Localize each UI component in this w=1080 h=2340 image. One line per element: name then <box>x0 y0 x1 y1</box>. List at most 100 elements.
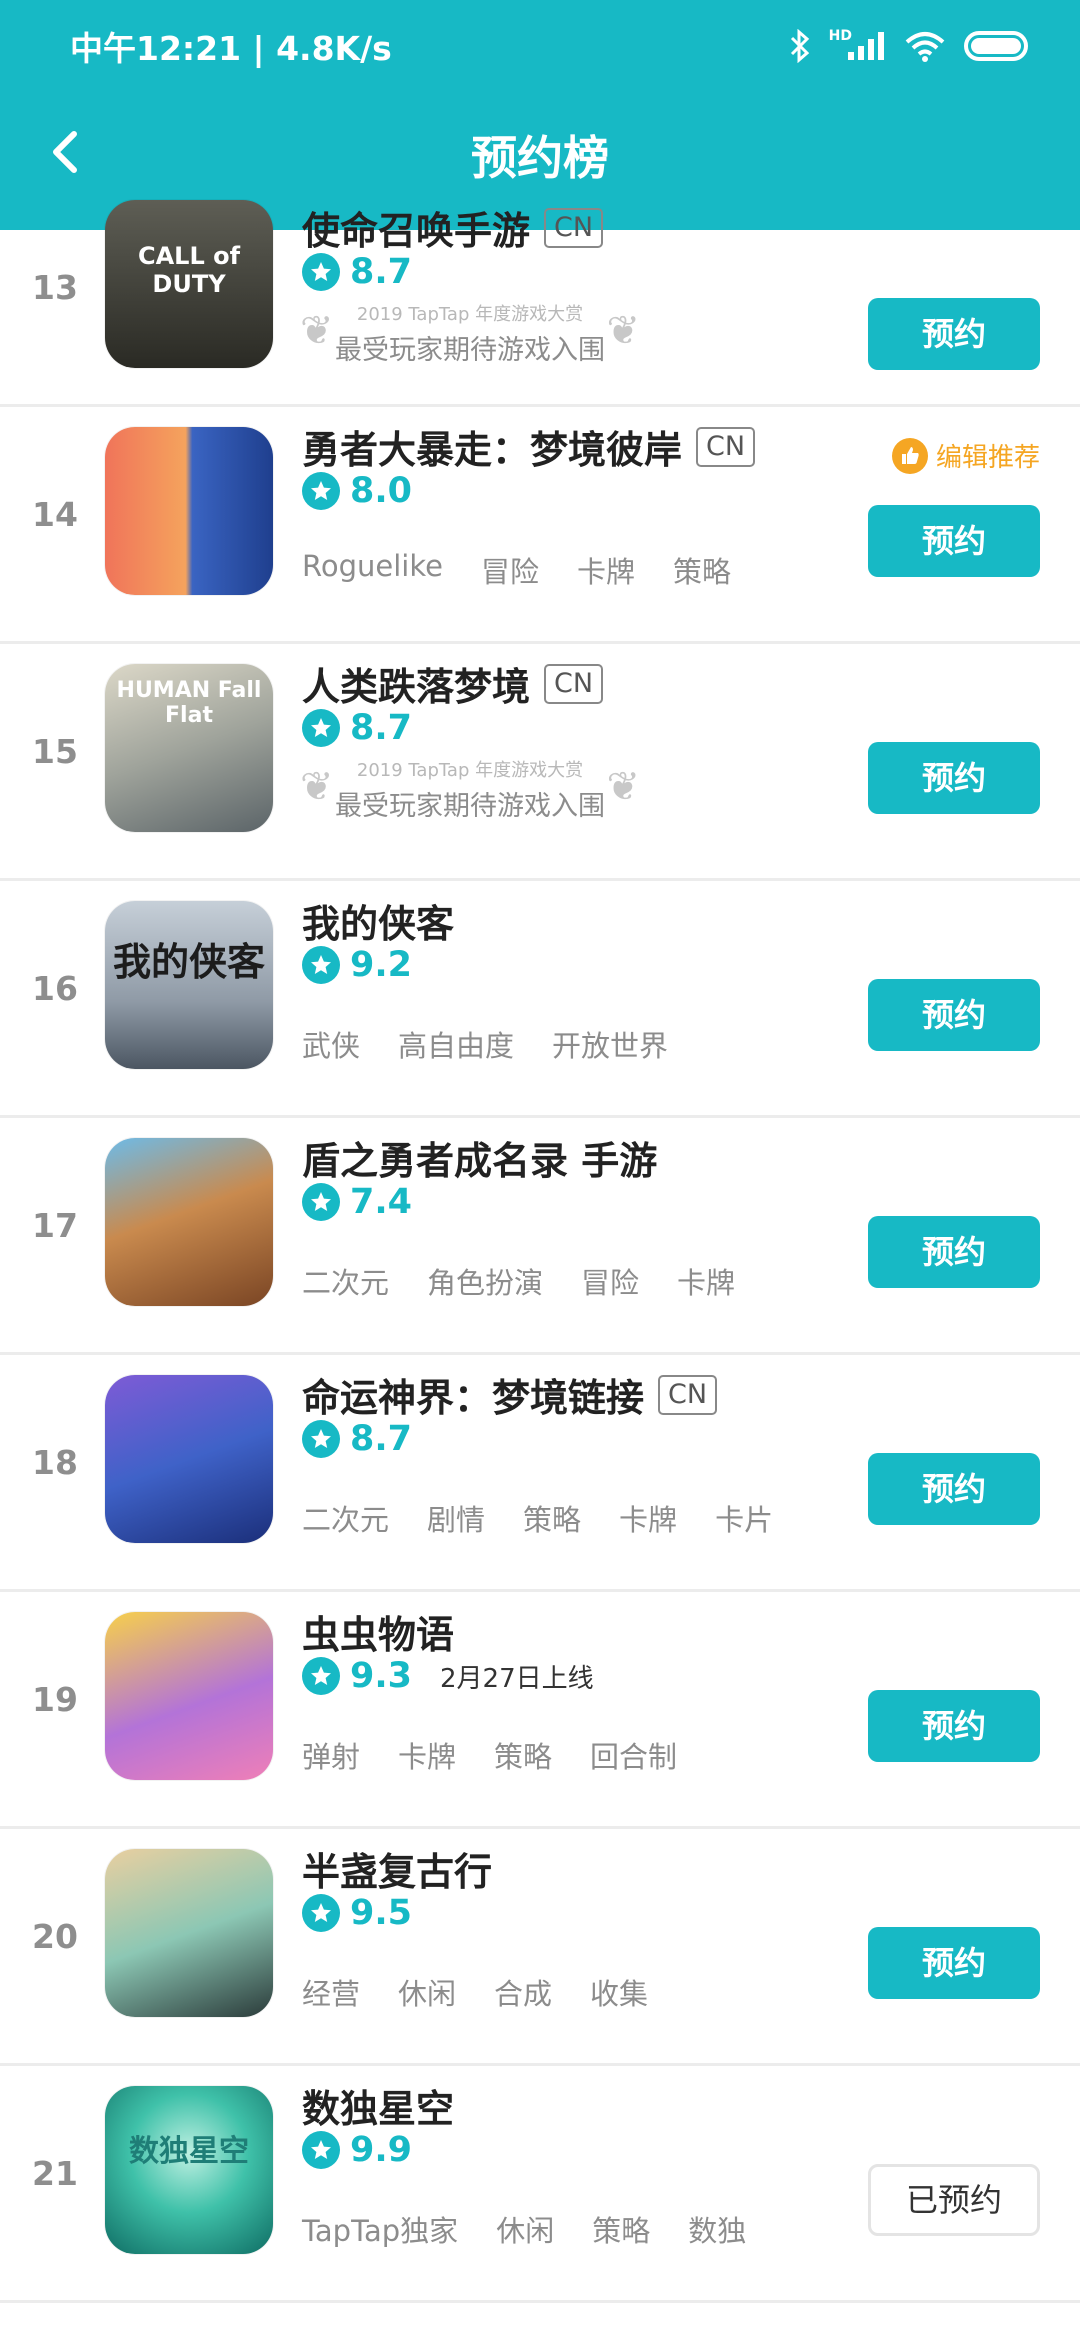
retro-trip-icon[interactable] <box>105 1849 273 2017</box>
reserve-button[interactable]: 预约 <box>868 979 1040 1051</box>
tag[interactable]: 开放世界 <box>552 1023 668 1065</box>
cn-badge: CN <box>658 1374 718 1415</box>
star-icon <box>302 709 340 747</box>
laurel-right-icon: ❦ <box>606 764 640 810</box>
tag[interactable]: 合成 <box>494 1971 552 2013</box>
tag[interactable]: Roguelike <box>302 549 443 591</box>
rank-number: 16 <box>32 969 78 1008</box>
destiny-realm-icon[interactable] <box>105 1375 273 1543</box>
cn-badge: CN <box>544 207 604 248</box>
bug-story-icon[interactable] <box>105 1612 273 1780</box>
list-item[interactable]: 15 HUMAN Fall Flat 人类跌落梦境 CN 8.7 ❦ 2019 … <box>0 644 1080 881</box>
tag-list: 经营 休闲 合成 收集 <box>302 1971 648 2013</box>
tag[interactable]: 高自由度 <box>398 1023 514 1065</box>
hero-rush-icon[interactable] <box>105 427 273 595</box>
tag[interactable]: 卡牌 <box>619 1497 677 1539</box>
icon-caption: 数独星空 <box>129 2134 249 2169</box>
tag-list: 武侠 高自由度 开放世界 <box>302 1023 668 1065</box>
reserve-button[interactable]: 预约 <box>868 1216 1040 1288</box>
tag[interactable]: 策略 <box>592 2208 650 2250</box>
tag[interactable]: 剧情 <box>427 1497 485 1539</box>
tag[interactable]: 武侠 <box>302 1023 360 1065</box>
tag[interactable]: 弹射 <box>302 1734 360 1776</box>
list-item[interactable]: 20 半盏复古行 9.5 经营 休闲 合成 收集 预约 <box>0 1829 1080 2066</box>
tag[interactable]: 收集 <box>590 1971 648 2013</box>
tag[interactable]: 回合制 <box>590 1734 677 1776</box>
game-name: 半盏复古行 <box>302 1850 493 1894</box>
tag[interactable]: 卡片 <box>715 1497 773 1539</box>
thumbs-up-icon <box>891 437 928 474</box>
rank-number: 20 <box>32 1917 78 1956</box>
tag-list: Roguelike 冒险 卡牌 策略 <box>302 549 731 591</box>
hd-label: HD <box>828 28 852 44</box>
sudoku-starry-sky-icon[interactable]: 数独星空 <box>105 2086 273 2254</box>
rank-number: 17 <box>32 1206 78 1245</box>
list-item[interactable]: 21 数独星空 数独星空 9.9 TapTap独家 休闲 策略 数独 已预约 <box>0 2066 1080 2303</box>
list-item[interactable]: 17 盾之勇者成名录 手游 7.4 二次元 角色扮演 冒险 卡牌 预约 <box>0 1118 1080 1355</box>
list-item[interactable]: 18 命运神界：梦境链接 CN 8.7 二次元 剧情 策略 卡牌 卡片 预约 <box>0 1355 1080 1592</box>
list-item[interactable]: 19 虫虫物语 9.3 2月27日上线 弹射 卡牌 策略 回合制 预约 <box>0 1592 1080 1829</box>
game-title[interactable]: 我的侠客 <box>302 893 454 948</box>
tag[interactable]: 卡牌 <box>577 549 635 591</box>
award-line-1: 2019 TapTap 年度游戏大赏 <box>356 760 584 781</box>
list-item[interactable]: 16 我的侠客 我的侠客 9.2 武侠 高自由度 开放世界 预约 <box>0 881 1080 1118</box>
score: 9.3 <box>350 1656 413 1696</box>
game-title[interactable]: 使命召唤手游 CN <box>302 200 604 255</box>
tag[interactable]: 数独 <box>688 2208 746 2250</box>
reserve-button[interactable]: 预约 <box>868 742 1040 814</box>
reserve-button[interactable]: 预约 <box>868 1690 1040 1762</box>
reserve-button[interactable]: 预约 <box>868 505 1040 577</box>
status-time: 中午12:21 | 4.8K/s <box>70 29 392 68</box>
tag[interactable]: 策略 <box>673 549 731 591</box>
game-title[interactable]: 数独星空 <box>302 2078 454 2133</box>
call-of-duty-icon[interactable]: CALL of DUTY <box>105 200 273 368</box>
tag[interactable]: 二次元 <box>302 1260 389 1302</box>
list-item[interactable]: 14 勇者大暴走：梦境彼岸 CN 编辑推荐 8.0 Roguelike 冒险 卡… <box>0 407 1080 644</box>
game-title[interactable]: 虫虫物语 <box>302 1604 454 1659</box>
rating: 8.7 <box>302 708 412 748</box>
game-title[interactable]: 勇者大暴走：梦境彼岸 CN <box>302 419 756 474</box>
tag[interactable]: TapTap独家 <box>302 2208 458 2250</box>
app-header: 中午12:21 | 4.8K/s HD 预约榜 <box>0 0 1080 230</box>
tag[interactable]: 策略 <box>494 1734 552 1776</box>
game-name: 使命召唤手游 <box>302 209 531 253</box>
tag[interactable]: 冒险 <box>581 1260 639 1302</box>
reserve-button[interactable]: 预约 <box>868 1927 1040 1999</box>
my-hero-icon[interactable]: 我的侠客 <box>105 901 273 1069</box>
tag[interactable]: 二次元 <box>302 1497 389 1539</box>
score: 8.7 <box>350 1419 413 1459</box>
game-title[interactable]: 命运神界：梦境链接 CN <box>302 1367 718 1422</box>
game-title[interactable]: 人类跌落梦境 CN <box>302 656 604 711</box>
tag[interactable]: 卡牌 <box>677 1260 735 1302</box>
game-name: 命运神界：梦境链接 <box>302 1376 645 1420</box>
editor-recommend-label: 编辑推荐 <box>935 443 1040 473</box>
star-icon <box>302 2131 340 2169</box>
tag[interactable]: 角色扮演 <box>427 1260 543 1302</box>
game-name: 勇者大暴走：梦境彼岸 <box>302 428 683 472</box>
tag[interactable]: 冒险 <box>481 549 539 591</box>
tag[interactable]: 休闲 <box>398 1971 456 2013</box>
tag[interactable]: 休闲 <box>496 2208 554 2250</box>
reserved-button[interactable]: 已预约 <box>868 2164 1040 2236</box>
tag-list: 二次元 角色扮演 冒险 卡牌 <box>302 1260 735 1302</box>
shield-hero-icon[interactable] <box>105 1138 273 1306</box>
tag[interactable]: 经营 <box>302 1971 360 2013</box>
tag[interactable]: 策略 <box>523 1497 581 1539</box>
tag-list: TapTap独家 休闲 策略 数独 <box>302 2208 746 2250</box>
game-title[interactable]: 半盏复古行 <box>302 1841 492 1896</box>
reserve-button[interactable]: 预约 <box>868 298 1040 370</box>
cn-badge: CN <box>544 663 604 704</box>
game-name: 盾之勇者成名录 手游 <box>302 1139 658 1183</box>
tag-list: 弹射 卡牌 策略 回合制 <box>302 1734 677 1776</box>
human-fall-flat-icon[interactable]: HUMAN Fall Flat <box>105 664 273 832</box>
tag[interactable]: 卡牌 <box>398 1734 456 1776</box>
game-title[interactable]: 盾之勇者成名录 手游 <box>302 1130 657 1185</box>
reserve-button[interactable]: 预约 <box>868 1453 1040 1525</box>
battery-icon <box>964 26 1028 66</box>
rating: 9.3 2月27日上线 <box>302 1656 594 1696</box>
page-title: 预约榜 <box>471 131 609 185</box>
list-item[interactable]: 13 CALL of DUTY 使命召唤手游 CN 8.7 ❦ 2019 Tap… <box>0 200 1080 407</box>
rating: 8.7 <box>302 252 412 292</box>
laurel-right-icon: ❦ <box>606 308 640 354</box>
rating: 9.5 <box>302 1893 412 1933</box>
